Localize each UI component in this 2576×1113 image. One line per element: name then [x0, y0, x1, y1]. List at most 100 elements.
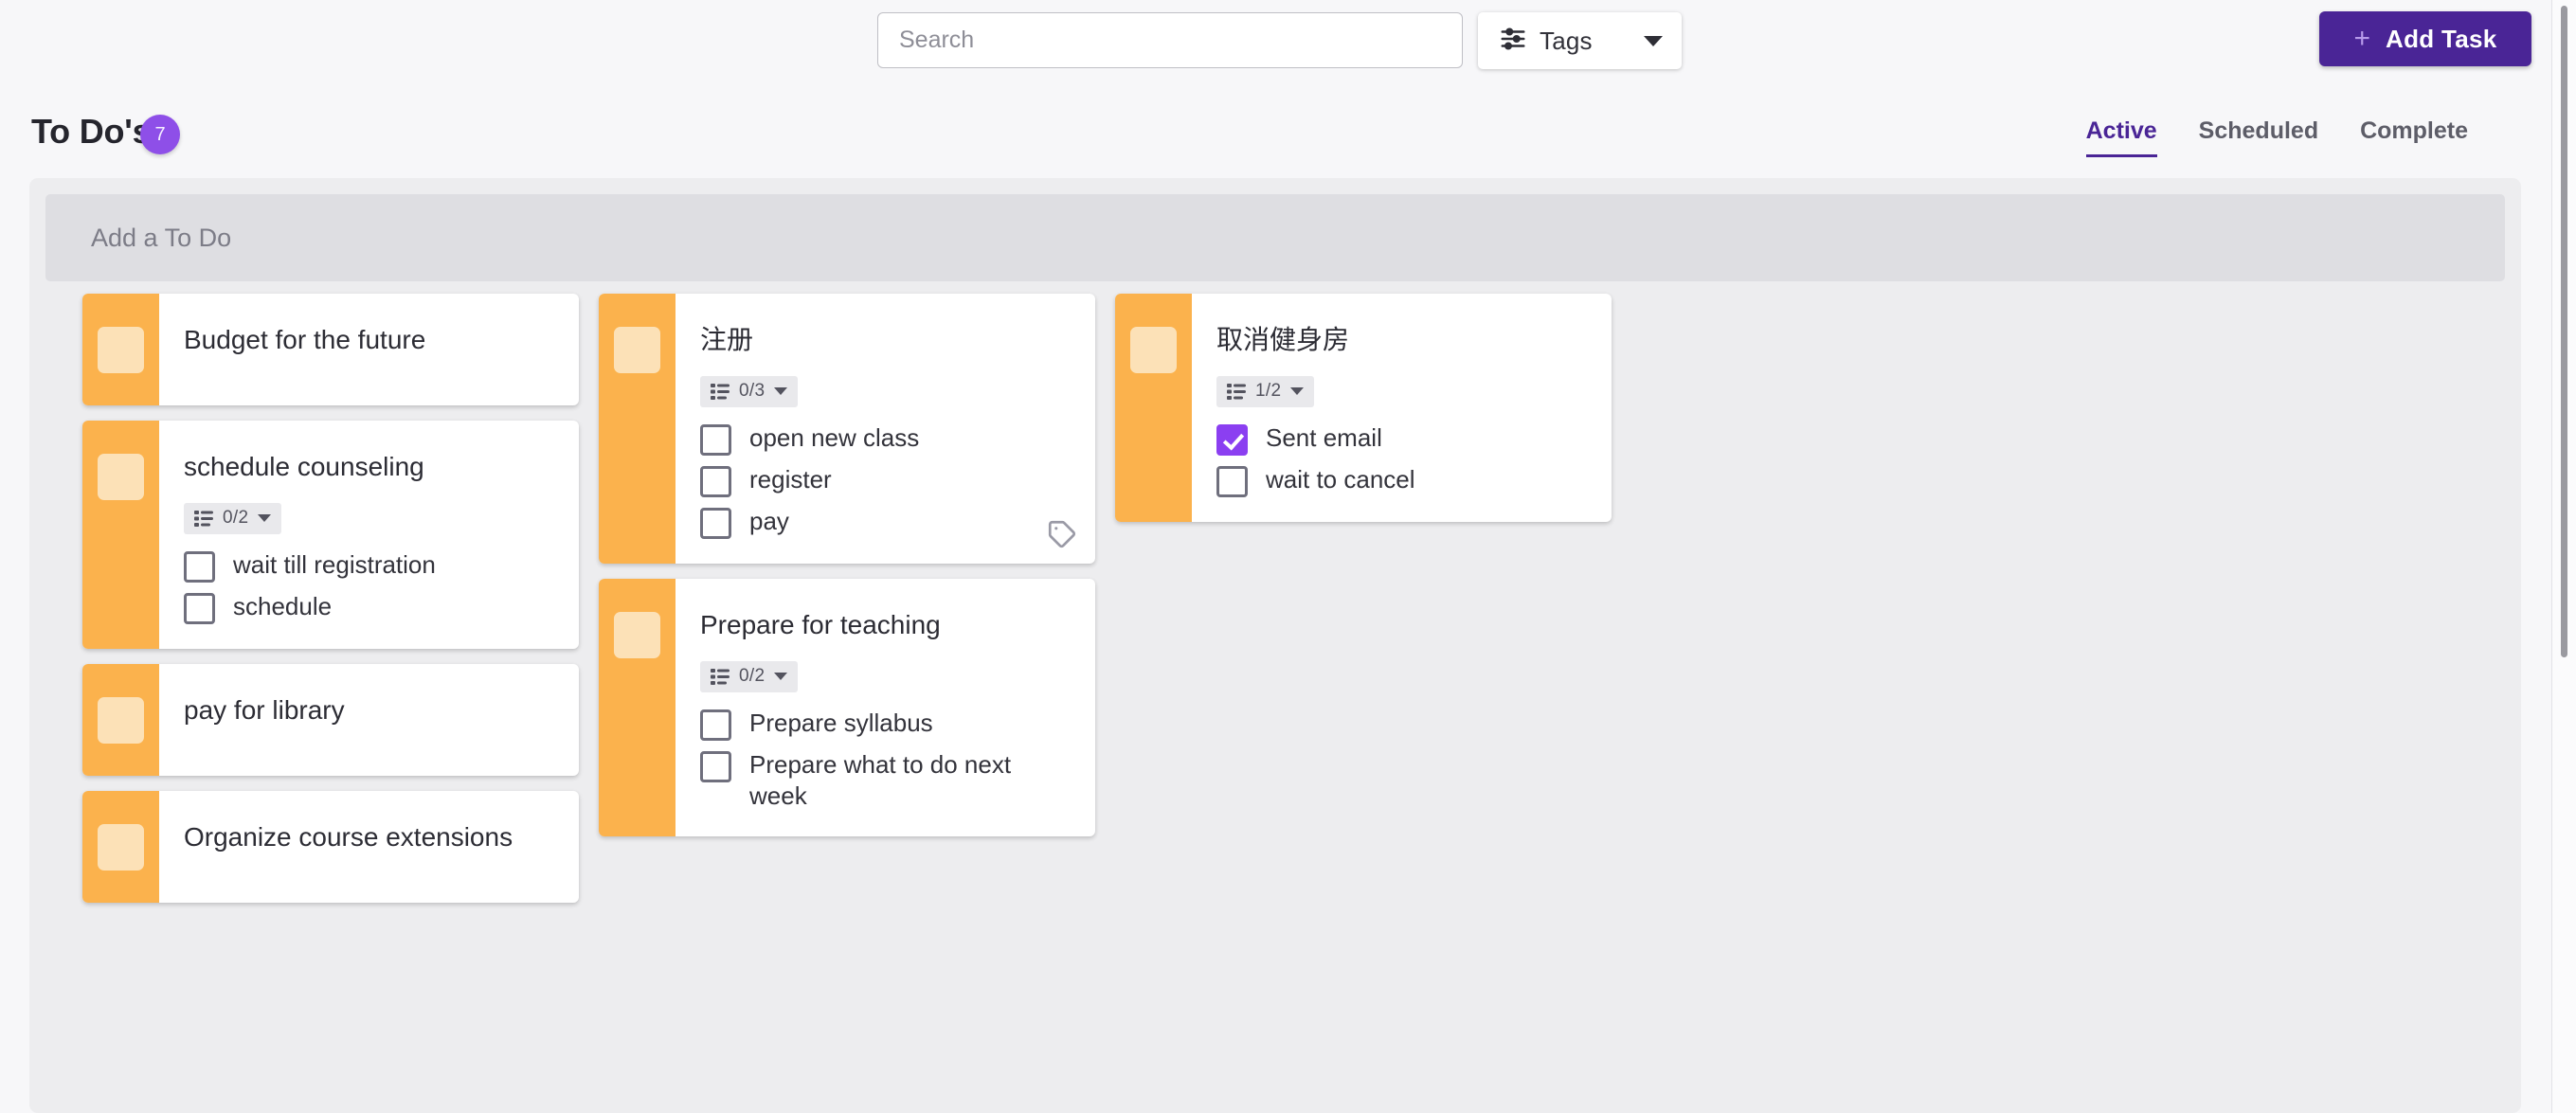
subtask-checkbox[interactable]: [184, 592, 215, 624]
subtask-item[interactable]: Prepare what to do next week: [700, 749, 1071, 813]
task-complete-checkbox[interactable]: [98, 327, 144, 373]
subtask-progress-pill[interactable]: 0/3: [700, 375, 799, 407]
card-column: Budget for the future schedule counseling…: [82, 294, 579, 903]
top-toolbar: Tags + Add Task: [0, 0, 2551, 87]
subtask-item[interactable]: register: [700, 464, 1071, 497]
card-title: Budget for the future: [184, 325, 426, 354]
card-color-stripe[interactable]: [599, 294, 676, 564]
task-complete-checkbox[interactable]: [98, 454, 144, 500]
status-tabs: Active Scheduled Complete: [2085, 117, 2468, 157]
tag-icon[interactable]: [1046, 518, 1078, 550]
search-input[interactable]: [877, 12, 1463, 68]
subtask-item[interactable]: Sent email: [1216, 422, 1587, 456]
subtask-item[interactable]: Prepare syllabus: [700, 708, 1071, 741]
subtask-progress-pill[interactable]: 1/2: [1216, 375, 1315, 407]
card-body: Prepare for teaching 0/2 Prepare syllabus P…: [676, 579, 1095, 836]
card-body: Organize course extensions: [159, 791, 579, 903]
task-card[interactable]: Budget for the future: [82, 294, 579, 405]
todo-count-badge: 7: [140, 115, 180, 154]
subtask-checkbox[interactable]: [700, 423, 731, 456]
subtask-progress-label: 0/3: [739, 381, 766, 402]
card-column: 注册 0/3 open new class register pay Prepare fo…: [599, 294, 1095, 837]
card-body: 取消健身房 1/2 Sent email wait to cancel: [1192, 294, 1612, 522]
subtask-list: Prepare syllabus Prepare what to do next …: [700, 708, 1071, 813]
task-card[interactable]: 取消健身房 1/2 Sent email wait to cancel: [1115, 294, 1612, 522]
task-card[interactable]: Organize course extensions: [82, 790, 579, 903]
subtask-progress-label: 0/2: [223, 508, 249, 529]
task-complete-checkbox[interactable]: [98, 696, 144, 744]
card-color-stripe[interactable]: [82, 421, 159, 649]
subtask-checkbox[interactable]: [184, 550, 215, 583]
task-complete-checkbox[interactable]: [98, 823, 144, 871]
card-title: 取消健身房: [1216, 325, 1350, 354]
subtask-item[interactable]: wait till registration: [184, 549, 554, 583]
checklist-icon: [194, 510, 213, 527]
todo-board-panel: Add a To Do Budget for the future schedul…: [29, 178, 2521, 1113]
subtask-checkbox[interactable]: [700, 709, 731, 741]
subtask-item[interactable]: open new class: [700, 422, 1071, 456]
tags-button-label: Tags: [1540, 26, 1593, 55]
subtask-checkbox[interactable]: [700, 750, 731, 782]
chevron-down-icon: [258, 514, 272, 523]
add-todo-placeholder: Add a To Do: [91, 223, 232, 252]
task-complete-checkbox[interactable]: [614, 611, 660, 658]
card-body: Budget for the future: [159, 294, 579, 405]
subtask-checkbox-checked[interactable]: [1216, 423, 1248, 456]
subtask-item[interactable]: wait to cancel: [1216, 464, 1587, 497]
card-body: 注册 0/3 open new class register pay: [676, 294, 1095, 564]
subtask-label: register: [749, 464, 832, 494]
subtask-progress-pill[interactable]: 0/2: [700, 660, 799, 692]
subtask-checkbox[interactable]: [1216, 465, 1248, 497]
tab-scheduled[interactable]: Scheduled: [2199, 117, 2318, 157]
add-task-button[interactable]: + Add Task: [2319, 11, 2531, 66]
card-body: schedule counseling 0/2 wait till registra…: [159, 421, 579, 649]
plus-icon: +: [2353, 23, 2371, 54]
subtask-label: Prepare what to do next week: [749, 749, 1012, 810]
subtask-label: open new class: [749, 422, 920, 452]
tab-active[interactable]: Active: [2085, 117, 2157, 157]
task-complete-checkbox[interactable]: [1130, 327, 1177, 373]
todo-app-root: Tags + Add Task To Do's 7 Active Schedule…: [0, 0, 2576, 1113]
card-color-stripe[interactable]: [82, 790, 159, 903]
subtask-label: schedule: [233, 591, 333, 620]
checklist-icon: [711, 383, 730, 400]
card-color-stripe[interactable]: [82, 663, 159, 776]
add-task-button-label: Add Task: [2386, 24, 2497, 53]
subtask-label: Sent email: [1266, 422, 1382, 452]
subtask-progress-label: 0/2: [739, 666, 766, 687]
card-title: pay for library: [184, 694, 345, 725]
task-card[interactable]: pay for library: [82, 663, 579, 776]
task-card[interactable]: Prepare for teaching 0/2 Prepare syllabus P…: [599, 578, 1095, 837]
subtask-label: pay: [749, 506, 789, 535]
subtask-item[interactable]: pay: [700, 506, 1071, 539]
card-color-stripe[interactable]: [1115, 294, 1192, 522]
card-title: 注册: [700, 325, 754, 354]
card-title: Organize course extensions: [184, 821, 513, 852]
task-card[interactable]: 注册 0/3 open new class register pay: [599, 294, 1095, 564]
chevron-down-icon: [774, 673, 788, 681]
card-color-stripe[interactable]: [599, 578, 676, 837]
task-card[interactable]: schedule counseling 0/2 wait till registra…: [82, 421, 579, 649]
checklist-icon: [711, 668, 730, 685]
chevron-down-icon: [1290, 387, 1305, 396]
card-columns: Budget for the future schedule counseling…: [82, 294, 1612, 903]
subtask-progress-pill[interactable]: 0/2: [184, 502, 282, 534]
subtask-progress-label: 1/2: [1255, 381, 1282, 402]
chevron-down-icon: [1644, 35, 1663, 46]
scrollbar-thumb[interactable]: [2561, 6, 2567, 657]
section-header: To Do's 7 Active Scheduled Complete: [0, 112, 2551, 167]
add-todo-input[interactable]: Add a To Do: [45, 194, 2505, 281]
card-color-stripe[interactable]: [82, 294, 159, 405]
subtask-item[interactable]: schedule: [184, 591, 554, 624]
subtask-list: open new class register pay: [700, 422, 1071, 539]
checklist-icon: [1227, 383, 1246, 400]
subtask-checkbox[interactable]: [700, 465, 731, 497]
sliders-icon: [1499, 25, 1527, 58]
tags-filter-button[interactable]: Tags: [1478, 12, 1682, 69]
subtask-checkbox[interactable]: [700, 507, 731, 539]
subtask-label: wait to cancel: [1266, 464, 1415, 494]
tab-complete[interactable]: Complete: [2360, 117, 2468, 157]
page-scrollbar[interactable]: [2551, 0, 2576, 1113]
task-complete-checkbox[interactable]: [614, 327, 660, 373]
card-title: Prepare for teaching: [700, 609, 941, 639]
